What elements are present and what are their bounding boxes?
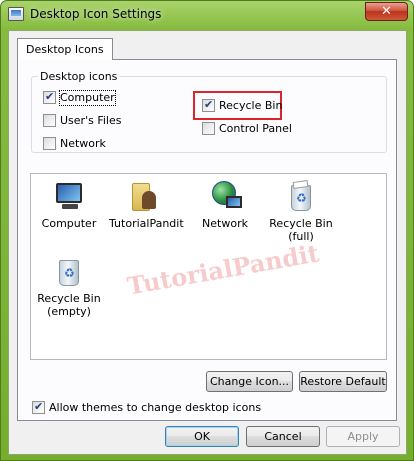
list-item-label: TutorialPandit bbox=[109, 217, 184, 230]
checkbox-box[interactable] bbox=[43, 114, 56, 127]
checkbox-label: Network bbox=[60, 137, 106, 150]
desktop-icon-settings-window: Desktop Icon Settings ✕ Desktop Icons De… bbox=[0, 0, 414, 461]
title-bar: Desktop Icon Settings ✕ bbox=[1, 1, 413, 29]
window-title: Desktop Icon Settings bbox=[30, 7, 162, 21]
desktop-icons-group: Desktop icons Computer User's Files Netw… bbox=[31, 70, 387, 153]
list-item-label: Network bbox=[202, 217, 248, 230]
checkbox-label: Allow themes to change desktop icons bbox=[49, 401, 262, 414]
check-icon[interactable] bbox=[32, 400, 45, 414]
checkbox-box[interactable] bbox=[202, 122, 215, 135]
desktop-icon-list[interactable]: Computer TutorialPandit Network ♻ Recycl… bbox=[30, 173, 387, 360]
network-icon bbox=[208, 181, 242, 213]
list-item-label: Computer bbox=[41, 217, 97, 230]
computer-icon bbox=[52, 181, 86, 213]
dialog-body: Desktop Icons Desktop icons Computer Use… bbox=[8, 30, 407, 455]
check-icon[interactable] bbox=[202, 98, 215, 112]
checkbox-box[interactable] bbox=[43, 137, 56, 150]
user-folder-icon bbox=[127, 181, 161, 213]
list-item-label: Recycle Bin (full) bbox=[269, 217, 333, 243]
change-icon-button[interactable]: Change Icon... bbox=[206, 371, 293, 392]
group-legend: Desktop icons bbox=[40, 70, 118, 83]
cancel-button[interactable]: Cancel bbox=[246, 426, 320, 447]
apply-button[interactable]: Apply bbox=[326, 426, 400, 447]
watermark: TutorialPandit bbox=[124, 238, 322, 301]
checkbox-label: Recycle Bin bbox=[219, 99, 283, 112]
list-item-computer[interactable]: Computer bbox=[34, 181, 104, 230]
list-item-tutorialpandit[interactable]: TutorialPandit bbox=[109, 181, 184, 230]
tab-desktop-icons[interactable]: Desktop Icons bbox=[17, 38, 113, 60]
list-item-network[interactable]: Network bbox=[190, 181, 260, 230]
tab-panel: Desktop icons Computer User's Files Netw… bbox=[17, 59, 397, 421]
check-icon[interactable] bbox=[43, 90, 56, 104]
list-item-label: Recycle Bin (empty) bbox=[37, 292, 101, 318]
checkbox-label: Computer bbox=[59, 90, 116, 106]
list-item-recycle-bin-full[interactable]: Recycle Bin (full) bbox=[266, 179, 336, 243]
checkbox-label: Control Panel bbox=[219, 122, 292, 135]
restore-default-button[interactable]: Restore Default bbox=[299, 371, 387, 392]
checkbox-label: User's Files bbox=[60, 114, 122, 127]
recycle-bin-full-icon bbox=[284, 179, 318, 213]
desktop-settings-icon bbox=[8, 7, 24, 21]
recycle-bin-empty-icon bbox=[52, 256, 86, 288]
ok-button[interactable]: OK bbox=[165, 426, 239, 447]
list-item-recycle-bin-empty[interactable]: Recycle Bin (empty) bbox=[34, 256, 104, 318]
close-button[interactable]: ✕ bbox=[365, 2, 408, 21]
